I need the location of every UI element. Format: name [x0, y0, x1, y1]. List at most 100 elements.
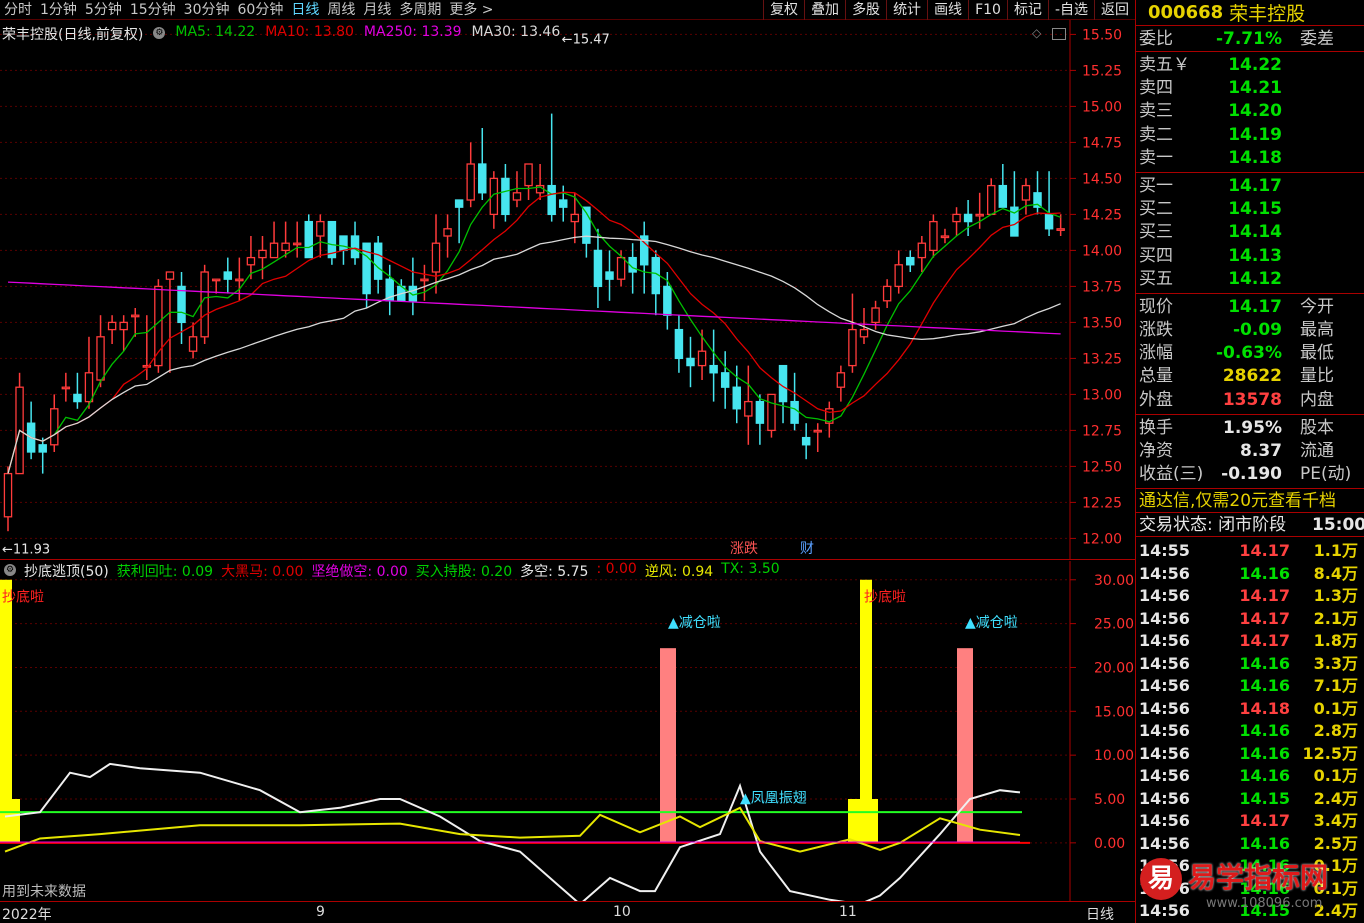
month-label-9: 9	[316, 904, 325, 920]
stat-label2: 内盘	[1300, 389, 1334, 410]
tick-time: 14:56	[1139, 608, 1190, 628]
tab-fenshi[interactable]: 分时	[0, 0, 36, 20]
candle-body	[454, 199, 464, 208]
tab-monthly[interactable]: 月线	[359, 0, 395, 20]
candle-body	[593, 249, 603, 288]
bid-price: 14.13	[1228, 245, 1282, 266]
tab-weekly[interactable]: 周线	[323, 0, 359, 20]
ma10-label: MA10: 13.80	[265, 24, 354, 40]
price-tick-label: 14.50	[1082, 171, 1122, 187]
tab-30min[interactable]: 30分钟	[180, 0, 234, 20]
tick-time: 14:56	[1139, 631, 1190, 651]
period-indicator[interactable]: 日线	[1086, 904, 1114, 923]
indicator-item-short: 坚绝做空: 0.00	[311, 564, 408, 580]
f10-button[interactable]: F10	[968, 0, 1007, 20]
candle-body	[73, 393, 82, 403]
stat-label2: 最高	[1300, 320, 1334, 341]
candle-body	[917, 242, 927, 259]
ad-banner[interactable]: 通达信,仅需20元查看千档	[1136, 489, 1364, 514]
candle-body	[755, 400, 765, 424]
candle-body	[211, 278, 221, 282]
stat-label2: 股本	[1300, 417, 1334, 438]
multi-stock-button[interactable]: 多股	[845, 0, 886, 20]
tick-volume: 0.1万	[1313, 766, 1358, 786]
bid-price: 14.15	[1228, 199, 1282, 220]
candle-body	[339, 235, 348, 252]
ma250-line	[7, 281, 1061, 335]
stat-label2: PE(动)	[1300, 464, 1352, 485]
tick-time: 14:56	[1139, 653, 1190, 673]
main-chart-legend: 荣丰控股(日线,前复权) ⚙ MA5: 14.22 MA10: 13.80 MA…	[2, 24, 560, 43]
tick-row: 14:56 14.17 2.1万	[1136, 608, 1364, 631]
quote-stats: 现价 14.17 今开 涨跌 -0.09 最高 涨幅 -0.63% 最低 总量 28622 量比…	[1136, 294, 1364, 415]
low-price-label: ←11.93	[2, 542, 50, 557]
ad-text[interactable]: 通达信,仅需20元查看千档	[1139, 491, 1336, 511]
stat-label: 收益(三)	[1139, 464, 1204, 485]
remove-watchlist-button[interactable]: -自选	[1047, 0, 1094, 20]
settings-icon[interactable]: ⚙	[153, 27, 166, 39]
bid-label: 买四	[1139, 245, 1173, 266]
tick-price: 14.15	[1239, 788, 1290, 808]
buy-signal-label: 抄底啦	[2, 589, 44, 606]
draw-line-button[interactable]: 画线	[927, 0, 968, 20]
candle-body	[443, 228, 452, 237]
bid-row: 买一 14.17	[1136, 175, 1364, 198]
tick-time: 14:55	[1139, 541, 1190, 561]
candle-body	[605, 271, 614, 280]
stat-row: 涨跌 -0.09 最高	[1136, 319, 1364, 342]
collapse-icon[interactable]	[1052, 28, 1066, 40]
back-button[interactable]: 返回	[1094, 0, 1135, 20]
price-tick-label: 13.25	[1082, 351, 1122, 367]
ind-tick-label: 0.00	[1094, 836, 1125, 852]
tab-1min[interactable]: 1分钟	[36, 0, 81, 20]
tick-volume: 1.8万	[1313, 631, 1358, 651]
tick-row: 14:56 14.16 3.3万	[1136, 653, 1364, 676]
overlay-button[interactable]: 叠加	[804, 0, 845, 20]
tab-multi-period[interactable]: 多周期	[395, 0, 445, 20]
candle-body	[940, 235, 950, 239]
tab-5min[interactable]: 5分钟	[81, 0, 126, 20]
weibi-value: -7.71%	[1215, 29, 1282, 49]
stat-label: 涨幅	[1139, 343, 1173, 364]
candle-body	[478, 163, 487, 194]
sell-signal-bar	[660, 648, 676, 843]
tick-row: 14:56 14.16 8.4万	[1136, 563, 1364, 586]
bid-label: 买三	[1139, 222, 1173, 243]
stat-value: 28622	[1222, 366, 1282, 387]
candle-body	[50, 408, 59, 446]
future-data-note: 用到未来数据	[2, 884, 86, 900]
year-label: 2022年	[2, 907, 52, 923]
tab-more[interactable]: 更多 >	[445, 0, 497, 20]
mark-button[interactable]: 标记	[1006, 0, 1048, 20]
indicator-legend: ⚙ 抄底逃顶(50) 获利回吐: 0.09 大黑马: 0.00 坚绝做空: 0.…	[4, 561, 780, 580]
ma250-label: MA250: 13.39	[363, 24, 462, 40]
tick-price: 14.17	[1239, 586, 1290, 606]
tick-time: 14:56	[1139, 563, 1190, 583]
indicator-chart[interactable]: 0.00 5.00 10.00 15.00 20.00 25.00 30.00 抄底啦 抄底啦 ▲…	[0, 561, 1135, 901]
tick-row: 14:56 14.17 1.3万	[1136, 585, 1364, 608]
candle-body	[894, 264, 903, 288]
diamond-icon[interactable]: ◇	[1032, 26, 1041, 40]
candle-body	[859, 328, 869, 338]
month-label-10: 10	[613, 904, 631, 920]
indicator-settings-icon[interactable]: ⚙	[4, 564, 16, 576]
tick-price: 14.16	[1239, 563, 1290, 583]
tab-60min[interactable]: 60分钟	[234, 0, 288, 20]
watermark: 易 易学指标网 www.108096.com	[1136, 852, 1364, 923]
candle-body	[96, 336, 105, 381]
statistics-button[interactable]: 统计	[886, 0, 927, 20]
stat-value: 13578	[1222, 389, 1282, 410]
tick-time: 14:56	[1139, 676, 1190, 696]
candle-body	[836, 372, 846, 388]
tick-row: 14:56 14.16 12.5万	[1136, 743, 1364, 766]
tab-15min[interactable]: 15分钟	[126, 0, 180, 20]
candlestick-chart[interactable]: 12.00 12.25 12.50 12.75 13.00 13.25 13.50 13.75…	[0, 20, 1135, 560]
tick-row: 14:56 14.15 2.4万	[1136, 788, 1364, 811]
tab-daily[interactable]: 日线	[287, 0, 323, 20]
indicator-item-tx: TX: 3.50	[721, 561, 780, 577]
candle-body	[200, 271, 209, 338]
price-tick-label: 14.75	[1082, 135, 1122, 151]
restore-rights-button[interactable]: 复权	[763, 0, 804, 20]
candle-body	[61, 386, 71, 390]
ask-book: 卖五￥ 14.22 卖四 14.21 卖三 14.20 卖二 14.19 卖一 14.18	[1136, 52, 1364, 173]
